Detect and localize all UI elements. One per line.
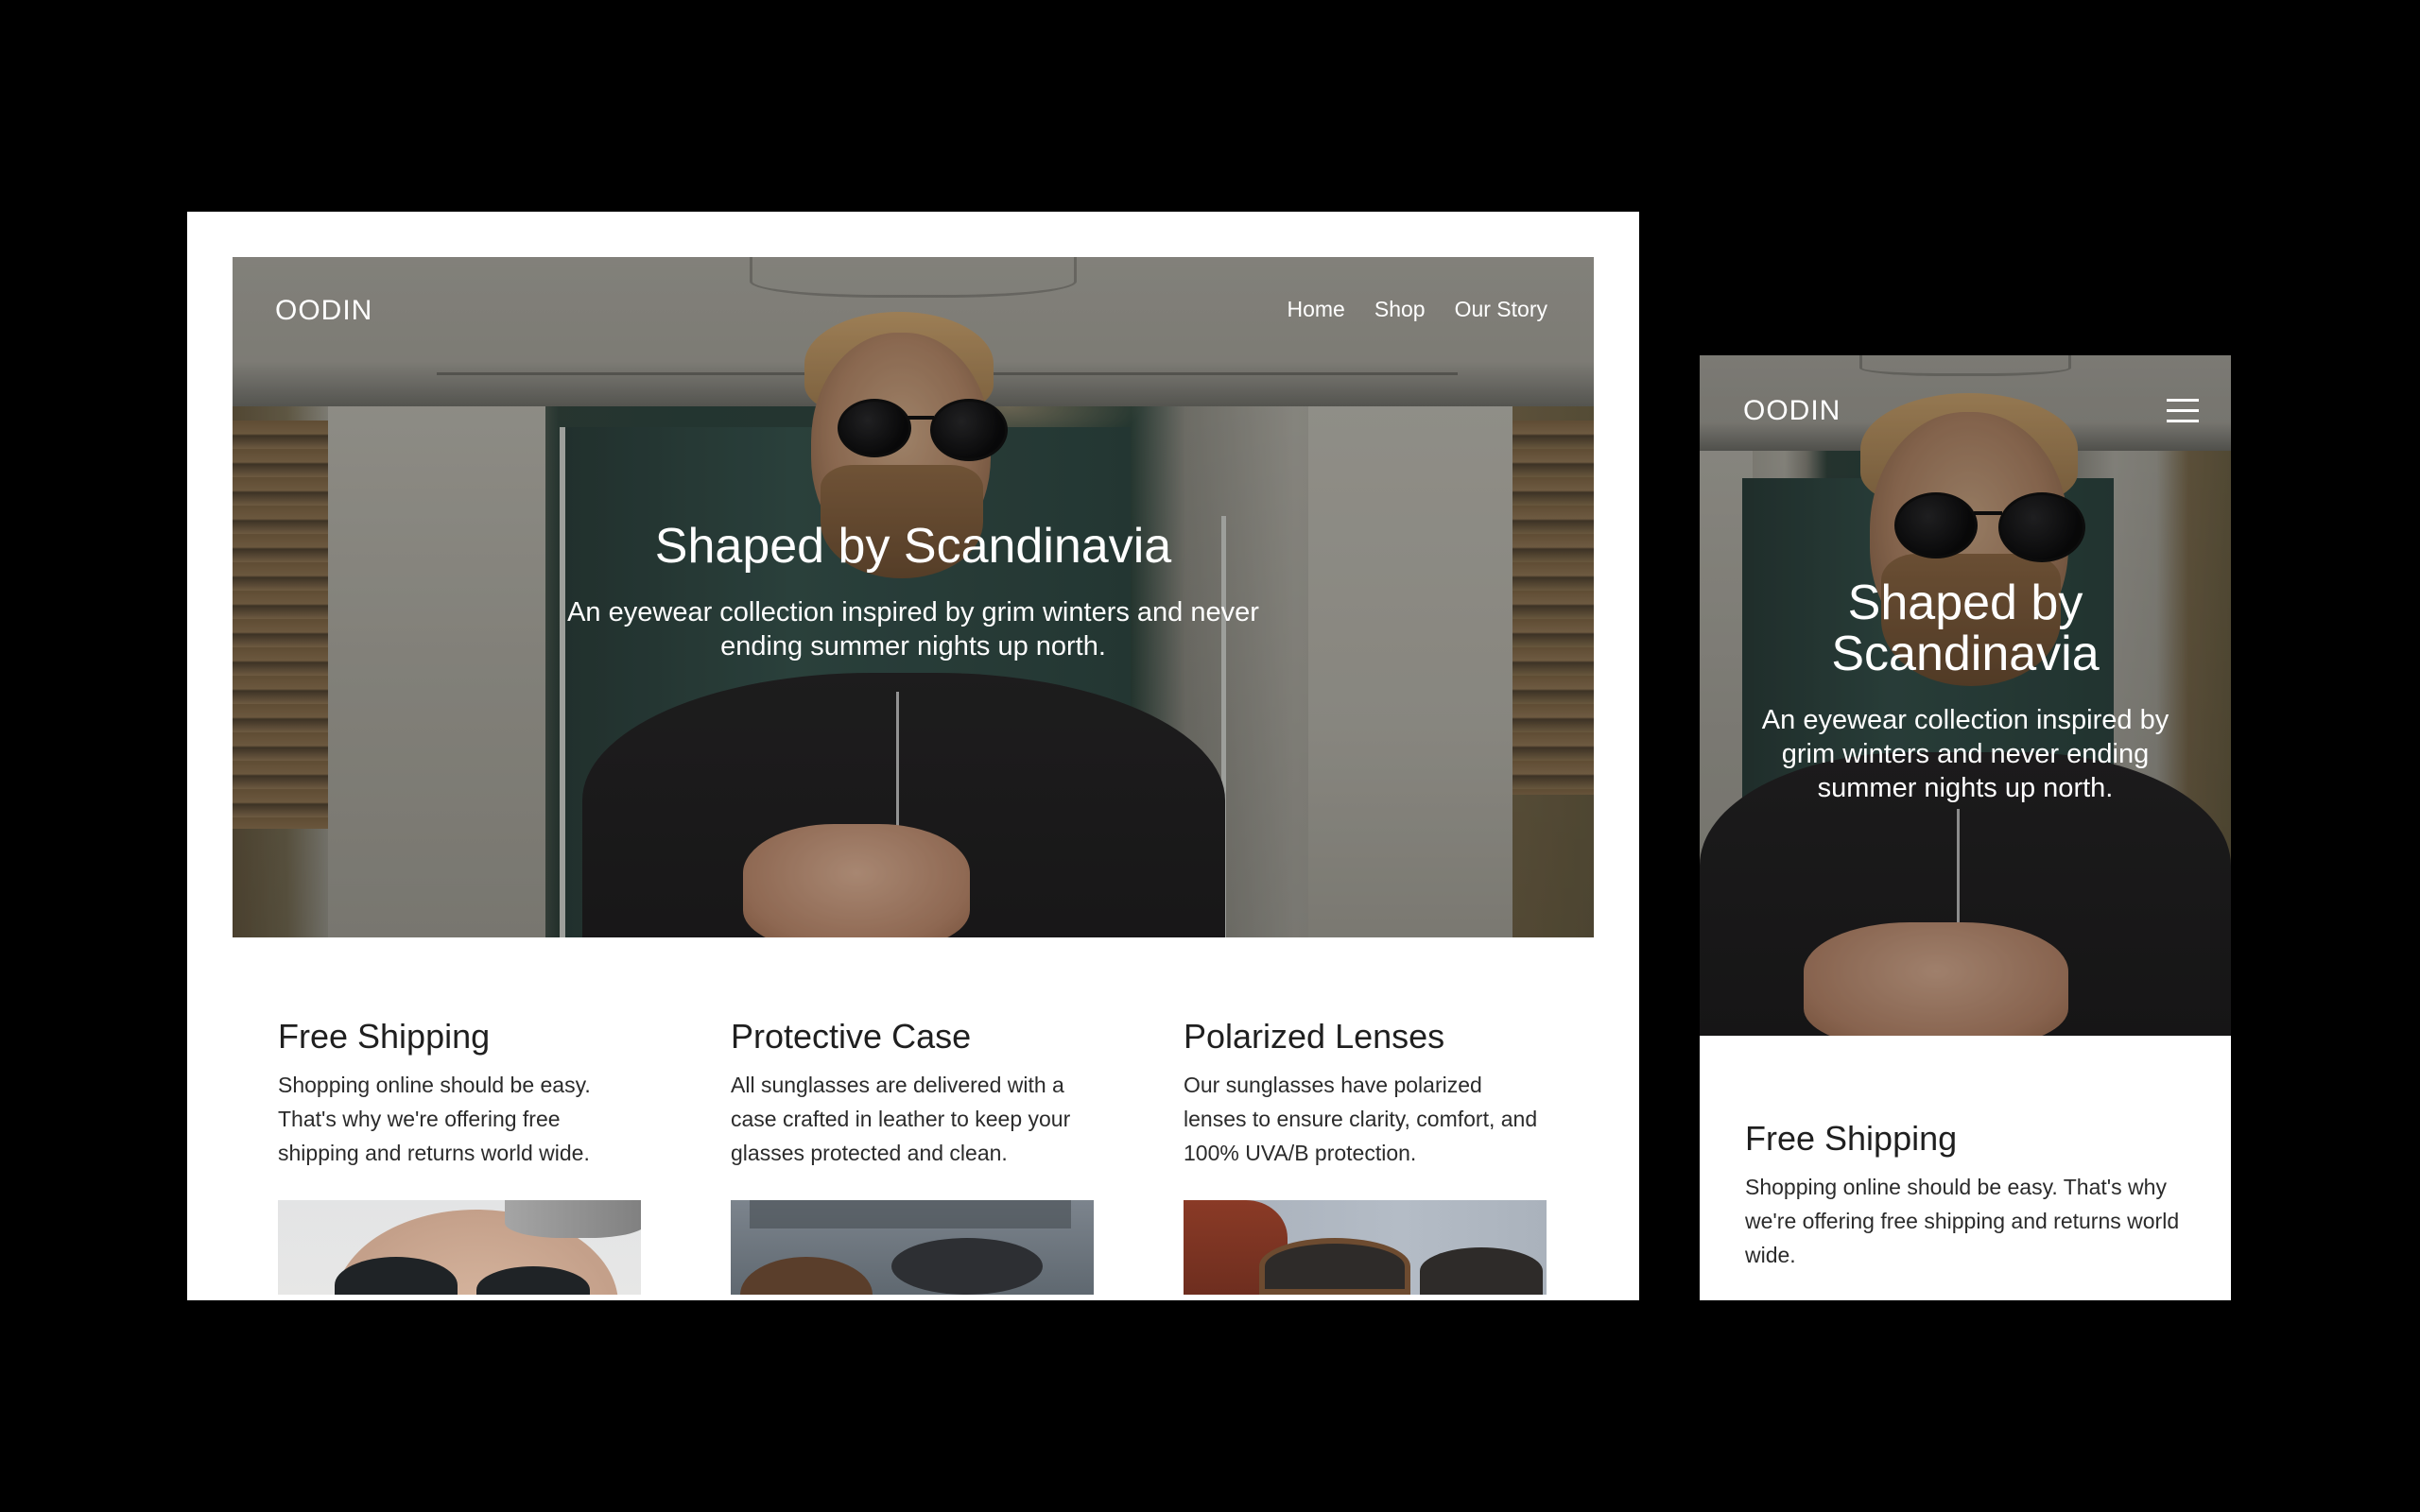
feature-body: Shopping online should be easy. That's w… [1745, 1175, 2180, 1267]
feature-body: All sunglasses are delivered with a case… [731, 1073, 1071, 1165]
nav-home-link[interactable]: Home [1288, 297, 1345, 322]
feature-body: Shopping online should be easy. That's w… [278, 1073, 591, 1165]
hero-subtitle: An eyewear collection inspired by grim w… [1761, 705, 2169, 803]
feature-image [278, 1200, 641, 1295]
brand-logo[interactable]: OODIN [1743, 395, 1841, 427]
hero-title: Shaped by Scandinavia [1831, 576, 2100, 681]
feature-title: Polarized Lenses [1184, 1017, 1445, 1056]
desktop-preview: OODIN Home Shop Our Story Shaped by Scan… [187, 212, 1639, 1300]
features-row: Free Shipping Shopping online should be … [278, 1017, 1550, 1295]
brand-logo[interactable]: OODIN [275, 295, 372, 327]
hero-image: OODIN Shaped by Scandinavia An eyewear c… [1700, 355, 2231, 1036]
feature-title: Protective Case [731, 1017, 972, 1056]
feature-image [1184, 1200, 1547, 1295]
hero-title: Shaped by Scandinavia [654, 519, 1172, 574]
hamburger-menu-icon[interactable] [2167, 399, 2199, 423]
hero-subtitle: An eyewear collection inspired by grim w… [567, 597, 1259, 662]
mobile-preview: OODIN Shaped by Scandinavia An eyewear c… [1700, 355, 2231, 1300]
nav-our-story-link[interactable]: Our Story [1455, 297, 1547, 322]
feature-image [731, 1200, 1094, 1295]
feature-body: Our sunglasses have polarized lenses to … [1184, 1073, 1538, 1165]
feature-protective-case: Protective Case All sunglasses are deliv… [731, 1017, 1098, 1295]
feature-free-shipping: Free Shipping Shopping online should be … [278, 1017, 645, 1295]
feature-title: Free Shipping [1745, 1119, 1958, 1158]
hero-image: OODIN Home Shop Our Story Shaped by Scan… [233, 257, 1594, 937]
feature-free-shipping: Free Shipping Shopping online should be … [1745, 1119, 2189, 1272]
feature-polarized-lenses: Polarized Lenses Our sunglasses have pol… [1184, 1017, 1550, 1295]
feature-title: Free Shipping [278, 1017, 491, 1056]
nav-shop-link[interactable]: Shop [1374, 297, 1426, 322]
main-nav: Home Shop Our Story [1288, 297, 1548, 322]
